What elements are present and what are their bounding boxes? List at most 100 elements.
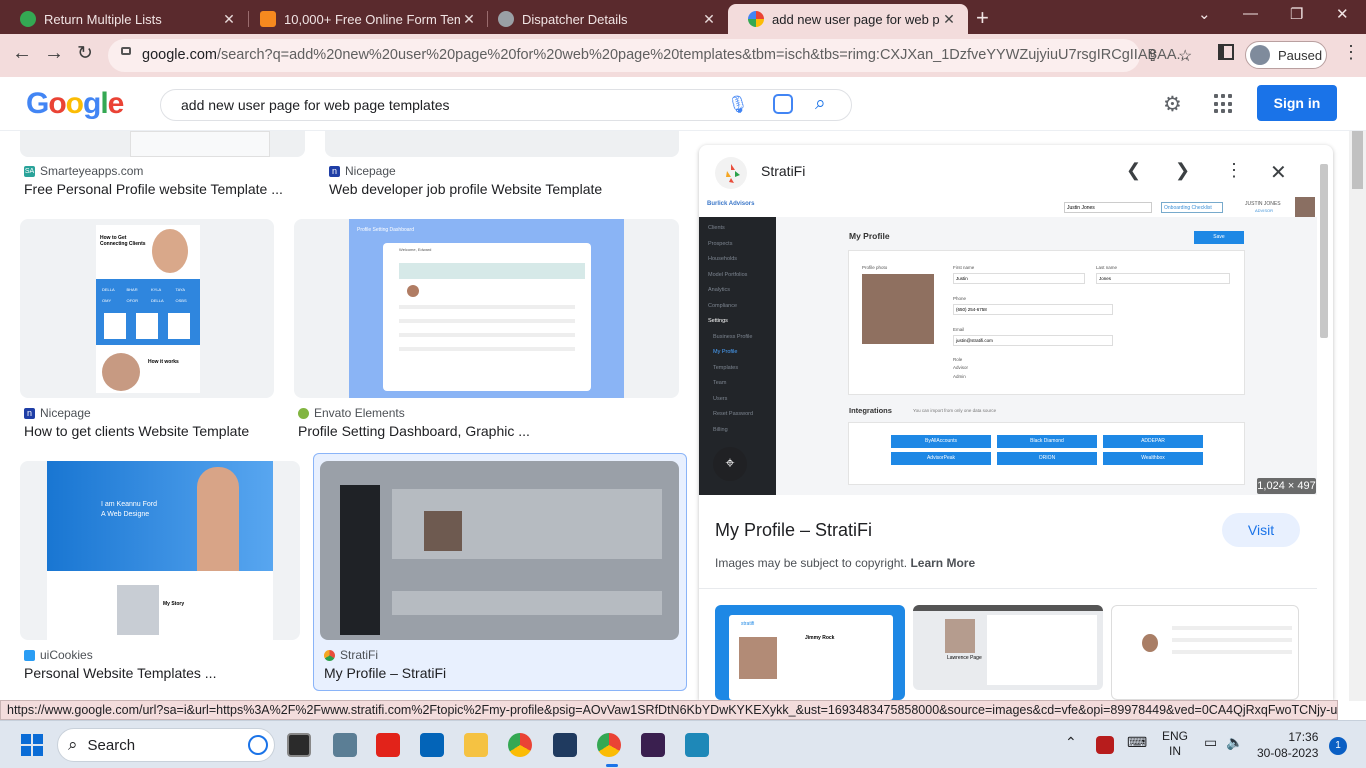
- image-preview-panel: StratiFi ❮ ❯ ⋮ ✕ Burlick Advisors Justin…: [699, 145, 1333, 700]
- close-tab-icon[interactable]: ✕: [220, 11, 238, 28]
- profile-button[interactable]: Paused: [1245, 41, 1327, 69]
- tray-app-icon[interactable]: [1096, 736, 1114, 754]
- acrobat-icon[interactable]: [376, 733, 400, 757]
- lens-search-icon[interactable]: ⌖: [713, 447, 747, 481]
- mock-sidebar: Clients Prospects Households Model Portf…: [708, 225, 754, 433]
- sheets-favicon-icon: [20, 11, 36, 27]
- result-image-nicepage-1[interactable]: [325, 131, 679, 157]
- stratifi-logo-icon: [715, 157, 747, 189]
- next-chevron-icon[interactable]: ❯: [1175, 160, 1190, 181]
- result-image-uicookies[interactable]: I am Keannu Ford A Web Designe My Story: [20, 461, 300, 640]
- preview-scrollbar[interactable]: [1319, 159, 1329, 699]
- browser-toolbar: ← → ↻ google.com/search?q=add%20new%20us…: [0, 34, 1366, 77]
- result-image-stratifi[interactable]: [320, 461, 679, 640]
- lens-camera-icon[interactable]: [773, 94, 793, 114]
- file-explorer-icon[interactable]: [464, 733, 488, 757]
- tab-search-chevron-icon[interactable]: ⌄: [1198, 5, 1211, 23]
- result-source[interactable]: Envato Elements: [298, 406, 405, 420]
- result-image-profile-dashboard[interactable]: Profile Setting Dashboard Welcome, Edwar…: [294, 219, 679, 398]
- new-tab-plus-icon[interactable]: +: [976, 5, 989, 31]
- result-title[interactable]: Personal Website Templates ...: [24, 665, 216, 681]
- tray-chevron-icon[interactable]: ⌃: [1065, 734, 1077, 751]
- result-source[interactable]: uiCookies: [24, 648, 93, 662]
- more-options-icon[interactable]: ⋮: [1225, 160, 1243, 181]
- tab-form-templates[interactable]: 10,000+ Free Online Form Templ ✕: [240, 4, 488, 34]
- result-title[interactable]: Free Personal Profile website Template .…: [24, 181, 283, 197]
- close-tab-icon[interactable]: ✕: [460, 11, 478, 28]
- calculator-icon[interactable]: [333, 733, 357, 757]
- side-panel-icon[interactable]: [1218, 44, 1234, 60]
- address-bar[interactable]: google.com/search?q=add%20new%20user%20p…: [108, 39, 1192, 72]
- result-title[interactable]: How to get clients Website Template: [24, 423, 249, 439]
- related-image[interactable]: [1111, 605, 1299, 700]
- envato-leaf-icon: [298, 407, 309, 419]
- result-source[interactable]: SA Smarteyeapps.com: [24, 164, 143, 178]
- result-source[interactable]: n Nicepage: [329, 164, 396, 178]
- search-icon[interactable]: ⌕: [815, 93, 826, 115]
- visit-button[interactable]: Visit: [1222, 513, 1300, 547]
- ide-app-icon[interactable]: [641, 733, 665, 757]
- devtools-icon[interactable]: [553, 733, 577, 757]
- search-icon: ⌕: [68, 735, 78, 754]
- tab-return-multiple-lists[interactable]: Return Multiple Lists ✕: [0, 4, 248, 34]
- page-scrollbar[interactable]: [1349, 131, 1366, 701]
- notepad-icon[interactable]: [685, 733, 709, 757]
- result-title[interactable]: Web developer job profile Website Templa…: [329, 181, 602, 197]
- network-icon[interactable]: ▭: [1204, 734, 1217, 751]
- share-icon[interactable]: ⇪: [1146, 46, 1159, 66]
- back-arrow-icon[interactable]: ←: [12, 42, 32, 65]
- sign-in-button[interactable]: Sign in: [1257, 85, 1337, 121]
- microphone-icon[interactable]: 🎙: [727, 95, 749, 115]
- close-window-icon[interactable]: ✕: [1336, 5, 1349, 23]
- chrome-icon[interactable]: [508, 733, 532, 757]
- chrome-profile-icon[interactable]: [597, 733, 621, 757]
- tab-title: add new user page for web page: [772, 11, 940, 27]
- google-apps-icon[interactable]: [1214, 94, 1234, 114]
- windows-start-icon[interactable]: [21, 734, 43, 756]
- settings-gear-icon[interactable]: ⚙: [1163, 92, 1182, 117]
- language-indicator[interactable]: ENG IN: [1162, 729, 1188, 759]
- restore-icon[interactable]: ❐: [1290, 5, 1303, 23]
- bookmark-star-icon[interactable]: ☆: [1178, 46, 1192, 66]
- outlook-icon[interactable]: [420, 733, 444, 757]
- result-source[interactable]: n Nicepage: [24, 406, 91, 420]
- previous-chevron-icon[interactable]: ❮: [1126, 160, 1141, 181]
- result-title[interactable]: Profile Setting Dashboard, Graphic ...: [298, 423, 530, 439]
- forward-arrow-icon[interactable]: →: [44, 42, 64, 65]
- tab-google-images[interactable]: add new user page for web page ✕: [728, 4, 968, 34]
- learn-more-link[interactable]: Learn More: [910, 556, 975, 570]
- result-title[interactable]: My Profile – StratiFi: [324, 665, 446, 681]
- close-icon[interactable]: ✕: [1270, 160, 1287, 185]
- close-tab-icon[interactable]: ✕: [940, 11, 958, 28]
- search-box[interactable]: add new user page for web page templates…: [160, 89, 852, 121]
- preview-title[interactable]: My Profile – StratiFi: [715, 520, 872, 541]
- google-logo[interactable]: Google: [26, 87, 124, 121]
- tab-dispatcher-details[interactable]: Dispatcher Details ✕: [478, 4, 728, 34]
- notification-badge[interactable]: 1: [1329, 737, 1347, 755]
- result-image-how-to-get-clients[interactable]: How to Get Connecting Clients DELLA BHAR K…: [20, 219, 274, 398]
- close-tab-icon[interactable]: ✕: [700, 11, 718, 28]
- bing-icon[interactable]: [248, 735, 268, 755]
- preview-source-name[interactable]: StratiFi: [761, 163, 805, 179]
- url-text: google.com/search?q=add%20new%20user%20p…: [142, 47, 1189, 63]
- profile-status: Paused: [1278, 47, 1323, 63]
- related-image[interactable]: stratifi Jimmy Rock: [715, 605, 905, 700]
- system-clock[interactable]: 17:36 30-08-2023: [1257, 729, 1318, 761]
- taskbar-search[interactable]: ⌕ Search: [57, 728, 275, 762]
- menu-kebab-icon[interactable]: ⋮: [1342, 42, 1360, 63]
- keyboard-icon[interactable]: ⌨: [1127, 734, 1147, 751]
- result-source[interactable]: StratiFi: [324, 648, 378, 662]
- task-view-icon[interactable]: [287, 733, 311, 757]
- search-input[interactable]: add new user page for web page templates: [181, 97, 450, 113]
- avatar: [1250, 45, 1270, 65]
- google-header: Google add new user page for web page te…: [0, 77, 1366, 131]
- preview-image[interactable]: Burlick Advisors Justin Jones Onboarding…: [699, 195, 1317, 495]
- stratifi-favicon-icon: [324, 649, 335, 661]
- volume-icon[interactable]: 🔈: [1226, 734, 1243, 751]
- related-image[interactable]: Lawrence Page: [913, 605, 1103, 690]
- minimize-icon[interactable]: —: [1243, 5, 1258, 22]
- tab-title: Dispatcher Details: [522, 11, 628, 27]
- result-image-smarteye[interactable]: [20, 131, 305, 157]
- reload-icon[interactable]: ↻: [77, 42, 93, 65]
- globe-favicon-icon: [498, 11, 514, 27]
